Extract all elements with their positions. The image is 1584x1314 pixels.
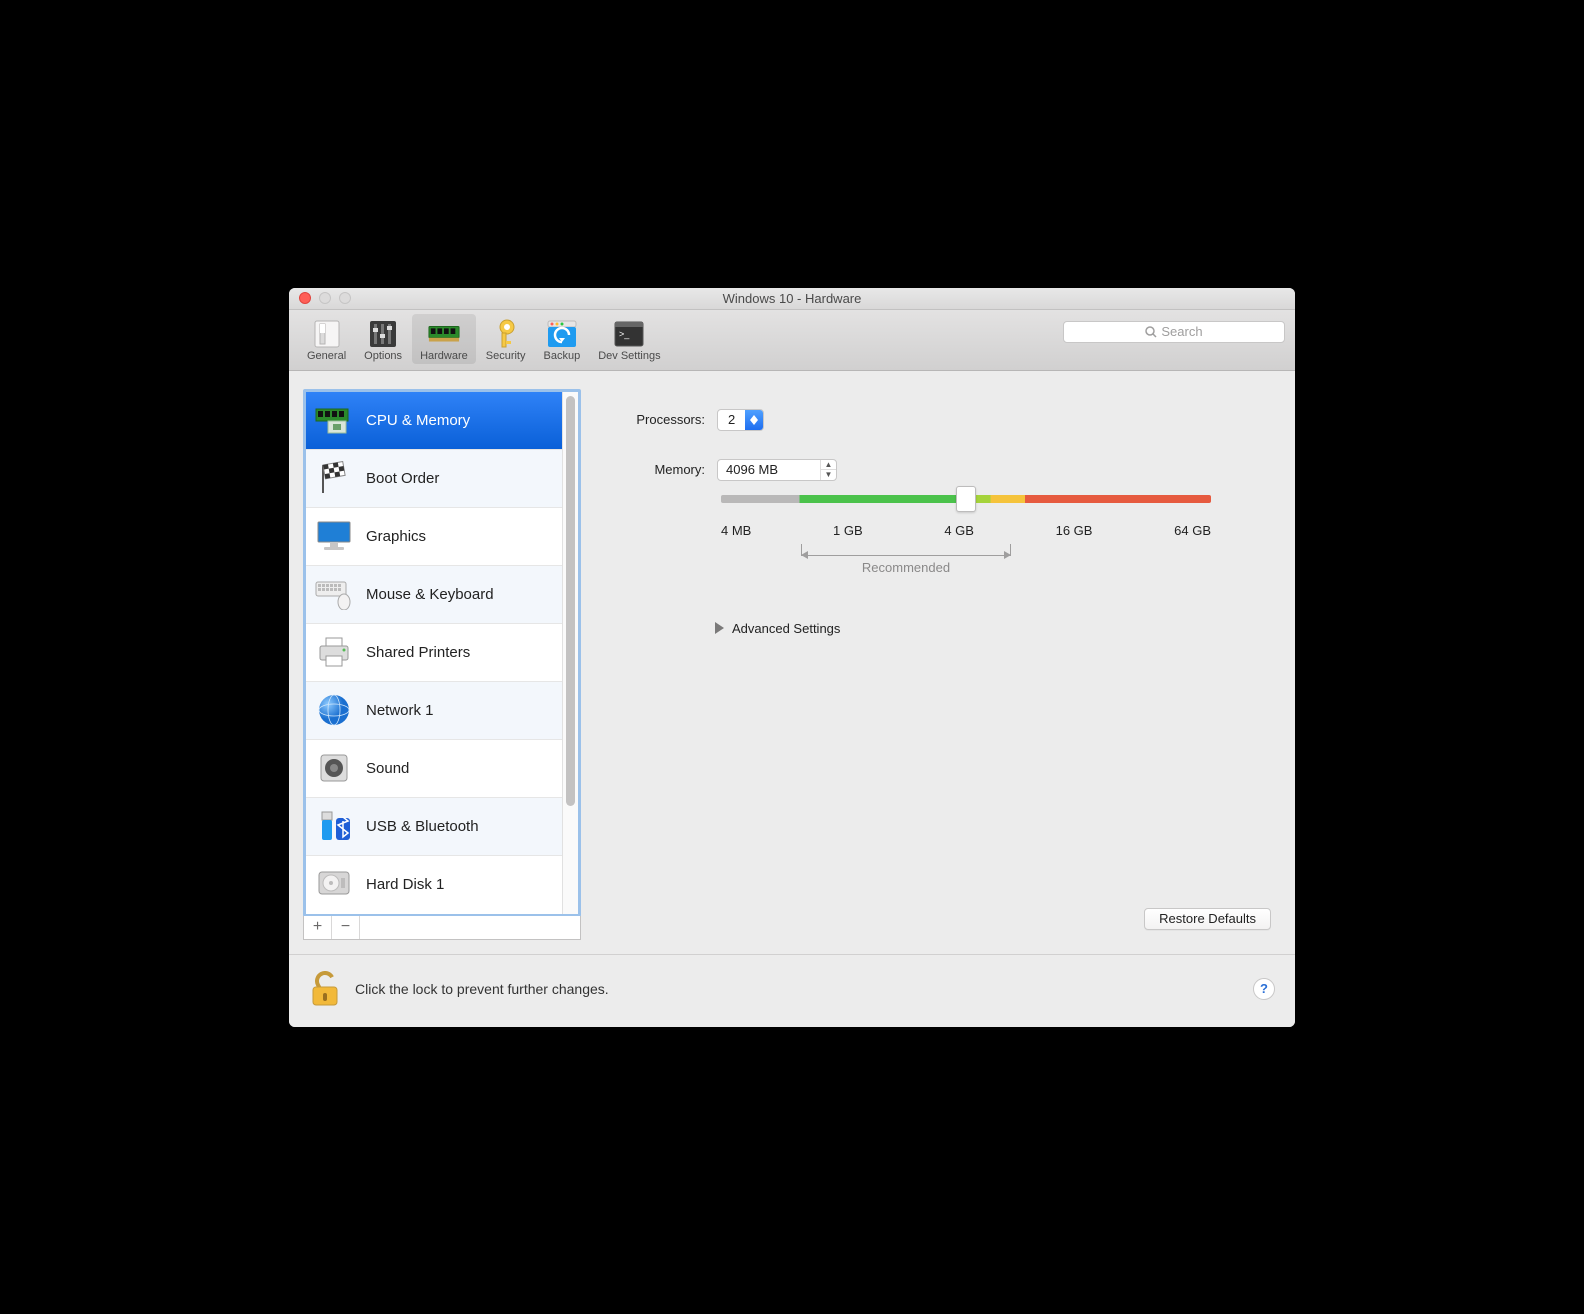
backup-icon bbox=[546, 318, 578, 350]
processors-label: Processors: bbox=[605, 412, 705, 427]
sidebar-item-hard-disk[interactable]: Hard Disk 1 bbox=[306, 856, 562, 914]
tick-label: 4 GB bbox=[944, 523, 974, 538]
switch-icon bbox=[311, 318, 343, 350]
processors-select[interactable]: 2 bbox=[717, 409, 764, 431]
help-button[interactable]: ? bbox=[1253, 978, 1275, 1000]
tab-hardware[interactable]: Hardware bbox=[412, 314, 476, 364]
usb-bluetooth-icon bbox=[314, 806, 354, 846]
keyboard-mouse-icon bbox=[314, 574, 354, 614]
stepper-down-icon[interactable]: ▼ bbox=[821, 470, 836, 480]
tab-label: Security bbox=[486, 350, 526, 362]
sidebar-item-cpu-memory[interactable]: CPU & Memory bbox=[306, 392, 562, 450]
sidebar-item-usb-bluetooth[interactable]: USB & Bluetooth bbox=[306, 798, 562, 856]
search-placeholder: Search bbox=[1161, 324, 1202, 339]
recommended-range-indicator bbox=[801, 544, 1011, 556]
advanced-settings-label: Advanced Settings bbox=[732, 621, 840, 636]
add-button[interactable]: + bbox=[304, 916, 332, 939]
close-window-button[interactable] bbox=[299, 292, 311, 304]
memory-input[interactable]: 4096 MB ▲ ▼ bbox=[717, 459, 837, 481]
sidebar-item-label: Boot Order bbox=[366, 470, 439, 487]
monitor-icon bbox=[314, 516, 354, 556]
sidebar-item-sound[interactable]: Sound bbox=[306, 740, 562, 798]
preferences-window: Windows 10 - Hardware General Options Ha… bbox=[289, 288, 1295, 1027]
remove-button[interactable]: − bbox=[332, 916, 360, 939]
sidebar-item-mouse-keyboard[interactable]: Mouse & Keyboard bbox=[306, 566, 562, 624]
sidebar-item-label: Hard Disk 1 bbox=[366, 876, 444, 893]
select-arrows-icon bbox=[745, 410, 763, 430]
lock-text: Click the lock to prevent further change… bbox=[355, 981, 609, 997]
slider-knob[interactable] bbox=[956, 486, 976, 512]
tick-label: 1 GB bbox=[833, 523, 863, 538]
advanced-settings-toggle[interactable]: Advanced Settings bbox=[715, 621, 1271, 636]
tab-security[interactable]: Security bbox=[478, 314, 534, 364]
tick-label: 4 MB bbox=[721, 523, 751, 538]
zoom-window-button[interactable] bbox=[339, 292, 351, 304]
slider-track bbox=[721, 495, 1211, 503]
sidebar-column: CPU & Memory Boot Order Graphics bbox=[303, 389, 581, 940]
tab-options[interactable]: Options bbox=[356, 314, 410, 364]
window-title: Windows 10 - Hardware bbox=[289, 291, 1295, 306]
titlebar: Windows 10 - Hardware bbox=[289, 288, 1295, 310]
memory-value: 4096 MB bbox=[718, 460, 820, 480]
recommended-label: Recommended bbox=[801, 560, 1011, 575]
tick-label: 64 GB bbox=[1174, 523, 1211, 538]
disclosure-triangle-icon bbox=[715, 622, 724, 634]
svg-text:>_: >_ bbox=[619, 329, 630, 339]
body: CPU & Memory Boot Order Graphics bbox=[289, 371, 1295, 954]
key-icon bbox=[490, 318, 522, 350]
sidebar-list: CPU & Memory Boot Order Graphics bbox=[306, 392, 562, 914]
tab-label: General bbox=[307, 350, 346, 362]
ram-icon bbox=[428, 318, 460, 350]
processors-value: 2 bbox=[718, 410, 745, 430]
memory-stepper[interactable]: ▲ ▼ bbox=[820, 460, 836, 480]
tab-label: Options bbox=[364, 350, 402, 362]
sidebar-item-label: Sound bbox=[366, 760, 409, 777]
processors-row: Processors: 2 bbox=[605, 409, 1271, 431]
sidebar-item-label: Network 1 bbox=[366, 702, 434, 719]
sidebar-scrollbar[interactable] bbox=[562, 392, 578, 914]
memory-slider[interactable]: 4 MB 1 GB 4 GB 16 GB 64 GB Recommended bbox=[721, 495, 1211, 575]
sidebar-footer: + − bbox=[303, 916, 581, 940]
sidebar-item-label: USB & Bluetooth bbox=[366, 818, 479, 835]
sidebar-item-label: CPU & Memory bbox=[366, 412, 470, 429]
speaker-icon bbox=[314, 748, 354, 788]
restore-defaults-button[interactable]: Restore Defaults bbox=[1144, 908, 1271, 930]
minimize-window-button[interactable] bbox=[319, 292, 331, 304]
sidebar-item-label: Mouse & Keyboard bbox=[366, 586, 494, 603]
tab-label: Hardware bbox=[420, 350, 468, 362]
tab-general[interactable]: General bbox=[299, 314, 354, 364]
window-controls bbox=[289, 292, 351, 304]
stepper-up-icon[interactable]: ▲ bbox=[821, 460, 836, 471]
checkered-flag-icon bbox=[314, 458, 354, 498]
memory-row: Memory: 4096 MB ▲ ▼ bbox=[605, 459, 1271, 481]
tick-label: 16 GB bbox=[1056, 523, 1093, 538]
sidebar-item-boot-order[interactable]: Boot Order bbox=[306, 450, 562, 508]
memory-label: Memory: bbox=[605, 462, 705, 477]
restore-defaults-label: Restore Defaults bbox=[1159, 911, 1256, 926]
sidebar-item-shared-printers[interactable]: Shared Printers bbox=[306, 624, 562, 682]
toolbar: General Options Hardware Security Backup bbox=[289, 310, 1295, 371]
sidebar-item-label: Graphics bbox=[366, 528, 426, 545]
hard-disk-icon bbox=[314, 865, 354, 905]
ram-cpu-icon bbox=[314, 400, 354, 440]
sidebar-item-label: Shared Printers bbox=[366, 644, 470, 661]
tab-label: Dev Settings bbox=[598, 350, 660, 362]
sliders-icon bbox=[367, 318, 399, 350]
sidebar-item-graphics[interactable]: Graphics bbox=[306, 508, 562, 566]
sidebar-item-network[interactable]: Network 1 bbox=[306, 682, 562, 740]
slider-ticks: 4 MB 1 GB 4 GB 16 GB 64 GB bbox=[721, 523, 1211, 538]
sidebar: CPU & Memory Boot Order Graphics bbox=[303, 389, 581, 917]
main-panel: Processors: 2 Memory: 4096 MB ▲ ▼ bbox=[595, 389, 1281, 940]
globe-icon bbox=[314, 690, 354, 730]
tab-label: Backup bbox=[544, 350, 581, 362]
lock-bar: Click the lock to prevent further change… bbox=[289, 954, 1295, 1027]
tab-dev-settings[interactable]: >_ Dev Settings bbox=[590, 314, 668, 364]
terminal-icon: >_ bbox=[613, 318, 645, 350]
search-icon bbox=[1145, 326, 1157, 338]
printer-icon bbox=[314, 632, 354, 672]
lock-icon[interactable] bbox=[309, 971, 341, 1007]
search-input[interactable]: Search bbox=[1063, 321, 1285, 343]
tab-backup[interactable]: Backup bbox=[536, 314, 589, 364]
